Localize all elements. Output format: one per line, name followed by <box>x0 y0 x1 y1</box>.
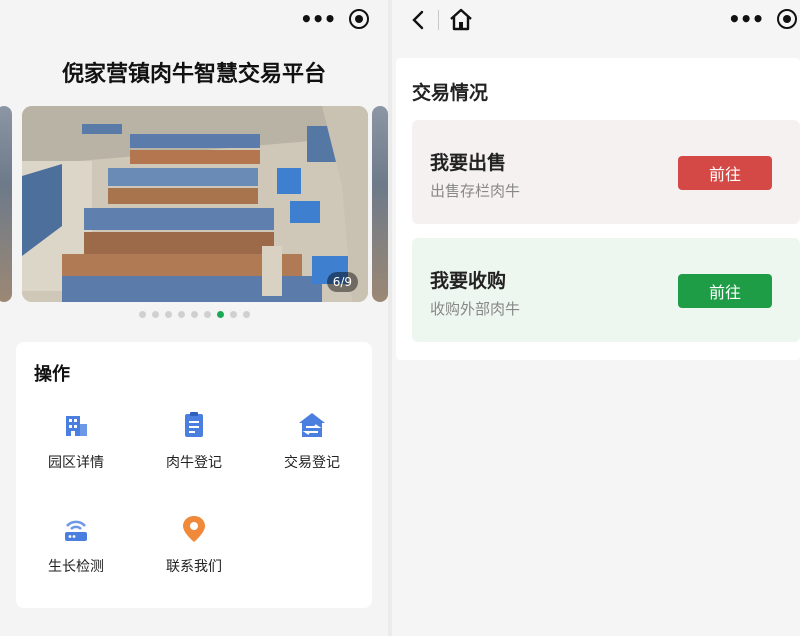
carousel-dot[interactable] <box>242 311 250 318</box>
carousel-dot[interactable] <box>203 311 211 318</box>
op-label: 园区详情 <box>48 455 104 471</box>
more-dots-icon[interactable]: ••• <box>728 9 764 29</box>
op-trade-registration[interactable]: 交易登记 <box>262 410 362 472</box>
right-screen: ••• 交易情况 我要出售 出售存栏肉牛 前往 我要收购 收购外部肉牛 前往 <box>392 0 800 636</box>
op-park-details[interactable]: 园区详情 <box>26 410 126 472</box>
target-circle-icon[interactable] <box>777 9 798 29</box>
carousel-dot-active[interactable] <box>216 311 224 318</box>
op-label: 肉牛登记 <box>166 455 222 471</box>
trade-status-card: 交易情况 我要出售 出售存栏肉牛 前往 我要收购 收购外部肉牛 前往 <box>396 58 800 360</box>
chevron-left-icon[interactable] <box>406 8 430 32</box>
router-signal-icon <box>65 520 87 541</box>
carousel-prev-peek[interactable] <box>0 106 12 302</box>
op-label: 交易登记 <box>284 455 340 471</box>
house-exchange-icon <box>299 413 325 437</box>
carousel-slide[interactable]: 6/9 <box>22 106 368 302</box>
target-circle-icon[interactable] <box>349 9 370 29</box>
buy-go-button[interactable]: 前往 <box>678 274 772 308</box>
image-carousel[interactable]: 6/9 <box>0 106 388 302</box>
carousel-dot[interactable] <box>229 311 237 318</box>
op-label: 联系我们 <box>166 559 222 575</box>
clipboard-icon <box>185 412 203 437</box>
building-icon <box>66 416 87 436</box>
op-growth-monitoring[interactable]: 生长检测 <box>26 514 126 576</box>
op-cattle-registration[interactable]: 肉牛登记 <box>144 410 244 472</box>
trade-section-title: 交易情况 <box>412 82 489 104</box>
nav-separator <box>438 10 439 30</box>
sell-item: 我要出售 出售存栏肉牛 前往 <box>412 120 800 224</box>
buy-title: 我要收购 <box>430 270 507 292</box>
carousel-counter: 6/9 <box>326 272 358 292</box>
carousel-dot[interactable] <box>164 311 172 318</box>
carousel-dot[interactable] <box>151 311 159 318</box>
app-title: 倪家营镇肉牛智慧交易平台 <box>61 62 326 87</box>
carousel-dot[interactable] <box>177 311 185 318</box>
carousel-indicators <box>0 311 388 318</box>
home-icon[interactable] <box>448 7 474 33</box>
op-label: 生长检测 <box>48 559 104 575</box>
carousel-next-peek[interactable] <box>372 106 388 302</box>
more-dots-icon[interactable]: ••• <box>300 9 336 29</box>
location-pin-icon <box>183 516 205 542</box>
sell-subtitle: 出售存栏肉牛 <box>430 182 521 200</box>
operations-card: 操作 园区详情 肉牛登记 交易登记 生长检测 联系我们 <box>16 342 372 608</box>
left-screen: ••• 倪家营镇肉牛智慧交易平台 6/9 操作 园区详情 肉牛登记 交易登记 生… <box>0 0 388 636</box>
operations-title: 操作 <box>34 364 70 385</box>
sell-go-button[interactable]: 前往 <box>678 156 772 190</box>
sell-title: 我要出售 <box>430 152 507 174</box>
capsule-menu: ••• <box>728 6 798 32</box>
buy-subtitle: 收购外部肉牛 <box>430 300 521 318</box>
carousel-dot[interactable] <box>138 311 146 318</box>
farm-aerial-photo <box>22 106 368 302</box>
capsule-menu: ••• <box>300 6 370 32</box>
carousel-dot[interactable] <box>190 311 198 318</box>
op-contact-us[interactable]: 联系我们 <box>144 514 244 576</box>
buy-item: 我要收购 收购外部肉牛 前往 <box>412 238 800 342</box>
